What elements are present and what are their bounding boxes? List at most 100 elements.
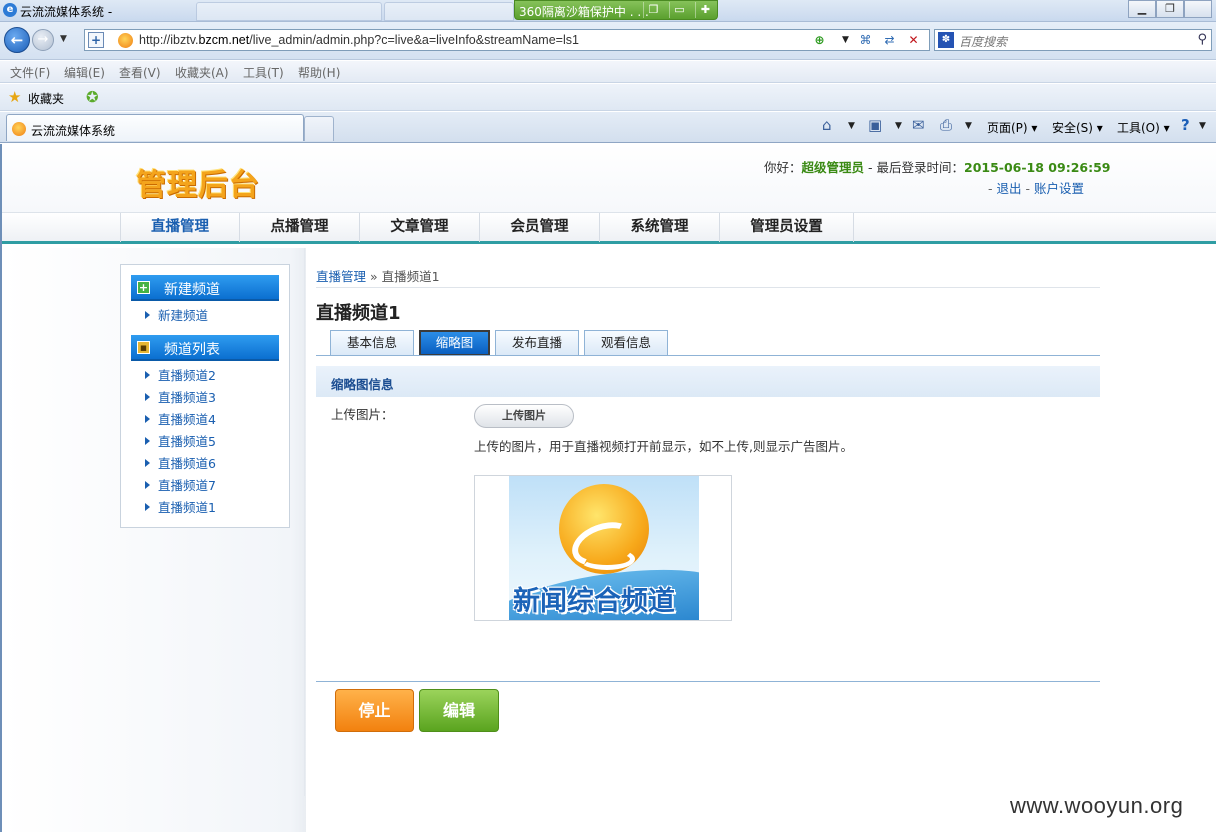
last-login-time: 2015-06-18 09:26:59 xyxy=(964,160,1111,175)
help-dropdown-icon[interactable]: ▼ xyxy=(1199,121,1206,131)
stop-button[interactable]: 停止 xyxy=(335,689,414,732)
rss-icon[interactable]: ⌘ xyxy=(857,32,874,49)
upload-image-button[interactable]: 上传图片 xyxy=(474,404,574,428)
search-input[interactable]: 百度搜索 xyxy=(959,33,1007,50)
favorites-star-icon[interactable]: ★ xyxy=(8,88,21,106)
page-header: 管理后台 你好：超级管理员 - 最后登录时间：2015-06-18 09:26:… xyxy=(2,144,1216,212)
triangle-right-icon xyxy=(145,459,150,467)
help-icon[interactable]: ? xyxy=(1181,116,1190,134)
sidebar-item-channel[interactable]: 直播频道1 xyxy=(145,497,216,516)
username: 超级管理员 xyxy=(801,160,865,175)
security-shield-icon[interactable]: ⊕ xyxy=(811,32,828,49)
menu-favorites[interactable]: 收藏夹(A) xyxy=(175,64,229,81)
tab-thumbnail[interactable]: 缩略图 xyxy=(419,330,490,356)
nav-live-management[interactable]: 直播管理 xyxy=(120,213,240,242)
tab-viewing-info[interactable]: 观看信息 xyxy=(584,330,668,356)
home-dropdown-icon[interactable]: ▼ xyxy=(848,121,855,131)
sidebar-head-new-channel[interactable]: + 新建频道 xyxy=(131,275,279,301)
thumbnail-image: 新闻综合频道 xyxy=(509,476,699,620)
minimize-button[interactable]: ▁ xyxy=(1128,0,1156,18)
search-box[interactable]: ✽ 百度搜索 ⚲ xyxy=(934,29,1212,51)
forward-button[interactable]: → xyxy=(32,29,54,51)
favorites-button[interactable]: 收藏夹 xyxy=(28,90,64,107)
sandbox-indicator[interactable]: 360隔离沙箱保护中 . . . ❐ ▭ ✚ xyxy=(514,0,718,20)
tv-icon: ▪ xyxy=(137,341,150,354)
sidebar-item-channel[interactable]: 直播频道2 xyxy=(145,365,216,384)
sandbox-copy-icon[interactable]: ❐ xyxy=(643,2,663,18)
address-toolbar: ← → ▼ + http://ibztv.bzcm.net/live_admin… xyxy=(0,22,1216,60)
sidebar: + 新建频道 新建频道 ▪ 频道列表 直播频道2 直播频道3 直播频道4 直播频… xyxy=(120,264,290,528)
sidebar-head-channel-list[interactable]: ▪ 频道列表 xyxy=(131,335,279,361)
address-bar[interactable]: + http://ibztv.bzcm.net/live_admin/admin… xyxy=(84,29,930,51)
breadcrumb-root-link[interactable]: 直播管理 xyxy=(316,269,366,284)
upload-label: 上传图片： xyxy=(331,407,394,422)
maximize-button[interactable]: ❐ xyxy=(1156,0,1184,18)
breadcrumb: 直播管理 » 直播频道1 xyxy=(316,266,440,285)
last-login-label: - 最后登录时间： xyxy=(864,160,964,175)
sidebar-item-channel[interactable]: 直播频道3 xyxy=(145,387,216,406)
feeds-dropdown-icon[interactable]: ▼ xyxy=(895,121,902,131)
add-favorite-icon[interactable]: ✪ xyxy=(86,88,99,106)
actions-divider xyxy=(316,681,1100,682)
print-dropdown-icon[interactable]: ▼ xyxy=(965,121,972,131)
sandbox-folder-icon[interactable]: ▭ xyxy=(669,2,689,18)
admin-logo: 管理后台 xyxy=(136,168,260,203)
triangle-right-icon xyxy=(145,311,150,319)
sidebar-item-channel[interactable]: 直播频道4 xyxy=(145,409,216,428)
window-titlebar: e 云流流媒体系统 - 360隔离沙箱保护中 . . . ❐ ▭ ✚ ▁ ❐ xyxy=(0,0,1216,22)
link-separator: - xyxy=(1021,181,1034,196)
triangle-right-icon xyxy=(145,415,150,423)
nav-article-management[interactable]: 文章管理 xyxy=(360,213,480,242)
history-dropdown-icon[interactable]: ▼ xyxy=(60,34,67,44)
compat-view-icon[interactable]: + xyxy=(88,32,104,48)
new-tab-button[interactable] xyxy=(304,116,334,141)
triangle-right-icon xyxy=(145,481,150,489)
breadcrumb-separator: » xyxy=(366,269,382,284)
search-icon[interactable]: ⚲ xyxy=(1197,32,1207,47)
print-icon[interactable]: ⎙ xyxy=(940,116,952,134)
close-window-button[interactable] xyxy=(1184,0,1212,18)
page-menu[interactable]: 页面(P) ▾ xyxy=(987,119,1037,136)
safety-menu[interactable]: 安全(S) ▾ xyxy=(1052,119,1103,136)
ie-logo-icon: e xyxy=(3,3,17,17)
content-divider xyxy=(304,248,305,796)
nav-vod-management[interactable]: 点播管理 xyxy=(240,213,360,242)
browser-tab[interactable]: 云流流媒体系统 xyxy=(6,114,304,141)
user-links: - 退出 - 账户设置 xyxy=(988,178,1084,197)
sandbox-text: 360隔离沙箱保护中 . . . xyxy=(519,5,649,19)
sidebar-item-channel[interactable]: 直播频道7 xyxy=(145,475,216,494)
tools-menu[interactable]: 工具(O) ▾ xyxy=(1117,119,1170,136)
feeds-icon[interactable]: ▣ xyxy=(868,116,882,134)
nav-member-management[interactable]: 会员管理 xyxy=(480,213,600,242)
address-dropdown-icon[interactable]: ▼ xyxy=(837,32,854,49)
mail-icon[interactable]: ✉ xyxy=(912,116,925,134)
menu-file[interactable]: 文件(F) xyxy=(10,64,50,81)
back-button[interactable]: ← xyxy=(4,27,30,53)
tab-publish-live[interactable]: 发布直播 xyxy=(495,330,579,356)
favorites-bar: ★ 收藏夹 ✪ xyxy=(0,84,1216,111)
sidebar-item-new-channel[interactable]: 新建频道 xyxy=(145,305,208,324)
triangle-right-icon xyxy=(145,437,150,445)
menu-help[interactable]: 帮助(H) xyxy=(298,64,340,81)
menu-tools[interactable]: 工具(T) xyxy=(243,64,284,81)
background-window-tab[interactable] xyxy=(384,2,514,21)
menu-view[interactable]: 查看(V) xyxy=(119,64,161,81)
edit-button[interactable]: 编辑 xyxy=(419,689,499,732)
tab-basic-info[interactable]: 基本信息 xyxy=(330,330,414,356)
refresh-icon[interactable]: ⇄ xyxy=(881,32,898,49)
home-icon[interactable]: ⌂ xyxy=(822,116,832,134)
triangle-right-icon xyxy=(145,503,150,511)
sidebar-item-channel[interactable]: 直播频道6 xyxy=(145,453,216,472)
menu-edit[interactable]: 编辑(E) xyxy=(64,64,105,81)
menu-bar: 文件(F) 编辑(E) 查看(V) 收藏夹(A) 工具(T) 帮助(H) xyxy=(0,61,1216,83)
url-text[interactable]: http://ibztv.bzcm.net/live_admin/admin.p… xyxy=(139,33,579,47)
stop-icon[interactable]: ✕ xyxy=(905,32,922,49)
logout-link[interactable]: 退出 xyxy=(996,181,1021,196)
sandbox-pin-icon[interactable]: ✚ xyxy=(695,2,715,18)
triangle-right-icon xyxy=(145,371,150,379)
nav-system-management[interactable]: 系统管理 xyxy=(600,213,720,242)
nav-admin-settings[interactable]: 管理员设置 xyxy=(720,213,854,242)
sidebar-item-channel[interactable]: 直播频道5 xyxy=(145,431,216,450)
background-window-tab[interactable] xyxy=(196,2,382,21)
account-settings-link[interactable]: 账户设置 xyxy=(1034,181,1084,196)
